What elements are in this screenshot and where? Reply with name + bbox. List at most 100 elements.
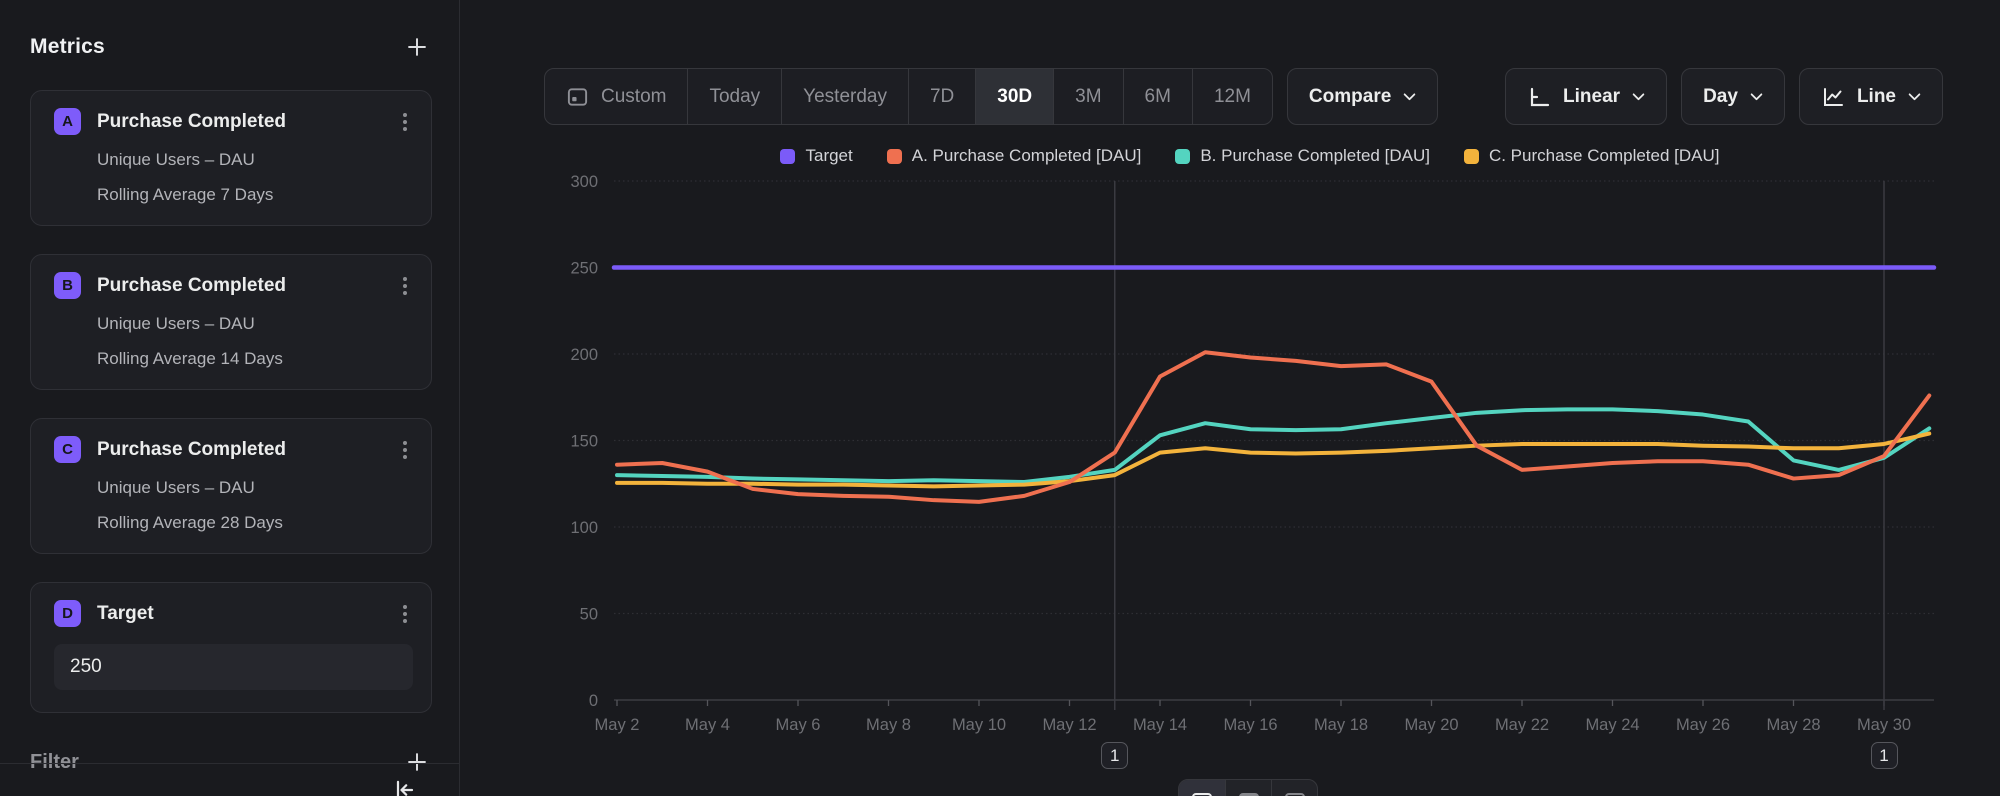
metrics-title: Metrics [30,35,105,59]
plus-icon [404,749,430,775]
legend-item-target[interactable]: Target [780,146,852,166]
add-filter-button[interactable] [402,747,432,777]
compare-label: Compare [1309,86,1391,108]
filter-section: Filter [30,747,432,777]
svg-text:May 30: May 30 [1857,716,1911,734]
granularity-button[interactable]: Day [1681,68,1785,125]
range-label: 7D [930,86,954,108]
collapse-sidebar-button[interactable] [389,774,421,796]
svg-text:May 26: May 26 [1676,716,1730,734]
metric-menu-button[interactable] [397,601,413,627]
legend-swatch [1175,149,1190,164]
svg-text:May 4: May 4 [685,716,730,734]
metrics-sidebar: Metrics A Purchase Completed Unique User… [0,0,460,796]
chevron-down-icon [1632,93,1645,101]
legend-item-b[interactable]: B. Purchase Completed [DAU] [1175,146,1430,166]
calendar-icon [566,85,589,108]
metric-measure: Unique Users – DAU [97,478,413,498]
chart-type-button[interactable]: Line [1799,68,1943,125]
annotation-badge[interactable]: 1 [1871,742,1898,769]
svg-text:May 18: May 18 [1314,716,1368,734]
metric-menu-button[interactable] [397,109,413,135]
metric-menu-button[interactable] [397,437,413,463]
svg-text:250: 250 [570,260,598,278]
scale-button[interactable]: Linear [1505,68,1667,125]
svg-text:200: 200 [570,346,598,364]
svg-text:May 14: May 14 [1133,716,1187,734]
svg-text:50: 50 [580,606,598,624]
linear-scale-icon [1527,85,1551,109]
svg-text:May 12: May 12 [1042,716,1096,734]
svg-text:May 10: May 10 [952,716,1006,734]
metric-transform: Rolling Average 28 Days [97,513,413,533]
line-chart-icon [1821,85,1845,109]
chevron-down-icon [1908,93,1921,101]
metric-badge-c: C [54,436,81,463]
card-head: D Target [54,600,413,627]
metric-title: Purchase Completed [97,275,286,297]
plus-icon [404,34,430,60]
range-label: Custom [601,86,666,108]
range-label: 30D [997,86,1032,108]
target-value-input[interactable] [54,644,413,690]
legend-label: Target [805,146,852,166]
range-yesterday[interactable]: Yesterday [781,69,908,124]
svg-text:May 28: May 28 [1766,716,1820,734]
target-card[interactable]: D Target [30,582,432,713]
legend-swatch [887,149,902,164]
chart-size-small-button[interactable] [1179,780,1225,796]
range-6m[interactable]: 6M [1123,69,1192,124]
metric-card-c[interactable]: C Purchase Completed Unique Users – DAU … [30,418,432,554]
metric-badge-b: B [54,272,81,299]
range-7d[interactable]: 7D [908,69,975,124]
chart-size-control [1178,779,1318,796]
range-label: 12M [1214,86,1251,108]
range-label: 3M [1075,86,1101,108]
granularity-label: Day [1703,86,1738,108]
svg-text:150: 150 [570,433,598,451]
scale-label: Linear [1563,86,1620,108]
date-range-control: Custom Today Yesterday 7D 30D 3M 6M 12M [544,68,1273,125]
metric-card-b[interactable]: B Purchase Completed Unique Users – DAU … [30,254,432,390]
legend-label: A. Purchase Completed [DAU] [912,146,1142,166]
metric-measure: Unique Users – DAU [97,314,413,334]
legend-swatch [1464,149,1479,164]
metrics-dashboard: 050100150200250300May 2May 4May 6May 8Ma… [0,0,2000,796]
range-30d[interactable]: 30D [975,69,1053,124]
legend-label: B. Purchase Completed [DAU] [1200,146,1430,166]
chart-size-large-button[interactable] [1271,780,1317,796]
add-metric-button[interactable] [402,32,432,62]
compare-button[interactable]: Compare [1287,68,1438,125]
chart-options-group: Linear Day Line [1505,68,1943,125]
card-head: C Purchase Completed [54,436,413,463]
range-3m[interactable]: 3M [1053,69,1122,124]
range-today[interactable]: Today [687,69,781,124]
metric-menu-button[interactable] [397,273,413,299]
target-title: Target [97,603,154,625]
range-custom[interactable]: Custom [545,69,687,124]
legend-item-a[interactable]: A. Purchase Completed [DAU] [887,146,1142,166]
collapse-left-icon [391,776,419,796]
chevron-down-icon [1750,93,1763,101]
card-head: B Purchase Completed [54,272,413,299]
metric-badge-a: A [54,108,81,135]
svg-text:May 16: May 16 [1223,716,1277,734]
metric-card-a[interactable]: A Purchase Completed Unique Users – DAU … [30,90,432,226]
metric-transform: Rolling Average 14 Days [97,349,413,369]
svg-text:May 22: May 22 [1495,716,1549,734]
sidebar-divider [0,763,459,764]
svg-text:May 2: May 2 [595,716,640,734]
svg-text:0: 0 [589,692,598,710]
range-12m[interactable]: 12M [1192,69,1272,124]
chart-size-medium-button[interactable] [1225,780,1271,796]
legend-swatch [780,149,795,164]
legend-item-c[interactable]: C. Purchase Completed [DAU] [1464,146,1720,166]
range-label: 6M [1145,86,1171,108]
svg-text:300: 300 [570,173,598,191]
metric-measure: Unique Users – DAU [97,150,413,170]
annotation-badge[interactable]: 1 [1101,742,1128,769]
range-label: Yesterday [803,86,887,108]
svg-text:May 8: May 8 [866,716,911,734]
chart-legend: Target A. Purchase Completed [DAU] B. Pu… [560,146,1940,166]
metrics-header: Metrics [30,32,432,62]
